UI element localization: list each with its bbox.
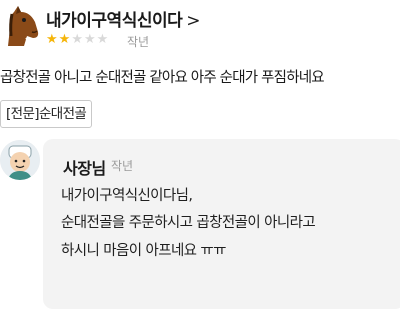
reviewer-name[interactable]: 내가이구역식신이다	[46, 11, 183, 31]
star-filled-icon: ★	[46, 32, 59, 47]
star-empty-icon: ★	[83, 32, 97, 47]
review-date: 작년	[127, 35, 150, 49]
reviewer-name-link[interactable]: 내가이구역식신이다 >	[46, 6, 201, 31]
star-empty-icon: ★	[71, 32, 84, 47]
reviewer-avatar[interactable]	[2, 2, 40, 48]
owner-avatar	[0, 140, 40, 180]
chevron-right-icon[interactable]: >	[186, 11, 200, 31]
reply-text-line: 하시니 마음이 아프네요 ㅠㅠ	[61, 243, 227, 259]
review-header: 내가이구역식신이다 > ★★★★★ 작년	[0, 0, 400, 60]
owner-reply-box: 사장님 작년 내가이구역식신이다님, 순대전골을 주문하시고 곱창전골이 아니라…	[43, 139, 400, 309]
star-filled-icon: ★	[58, 32, 72, 47]
reply-text-line: 내가이구역식신이다님,	[61, 188, 193, 204]
reply-date: 작년	[111, 159, 134, 173]
star-rating: ★★★★★	[46, 32, 109, 47]
owner-name: 사장님	[63, 159, 106, 178]
review-text: 곱창전골 아니고 순대전골 같아요 아주 순대가 푸짐하네요	[0, 70, 325, 86]
reply-text-line: 순대전골을 주문하시고 곱창전골이 아니라고	[61, 215, 316, 231]
star-empty-icon: ★	[96, 32, 110, 47]
menu-tag[interactable]: [전문]순대전골	[0, 100, 93, 128]
